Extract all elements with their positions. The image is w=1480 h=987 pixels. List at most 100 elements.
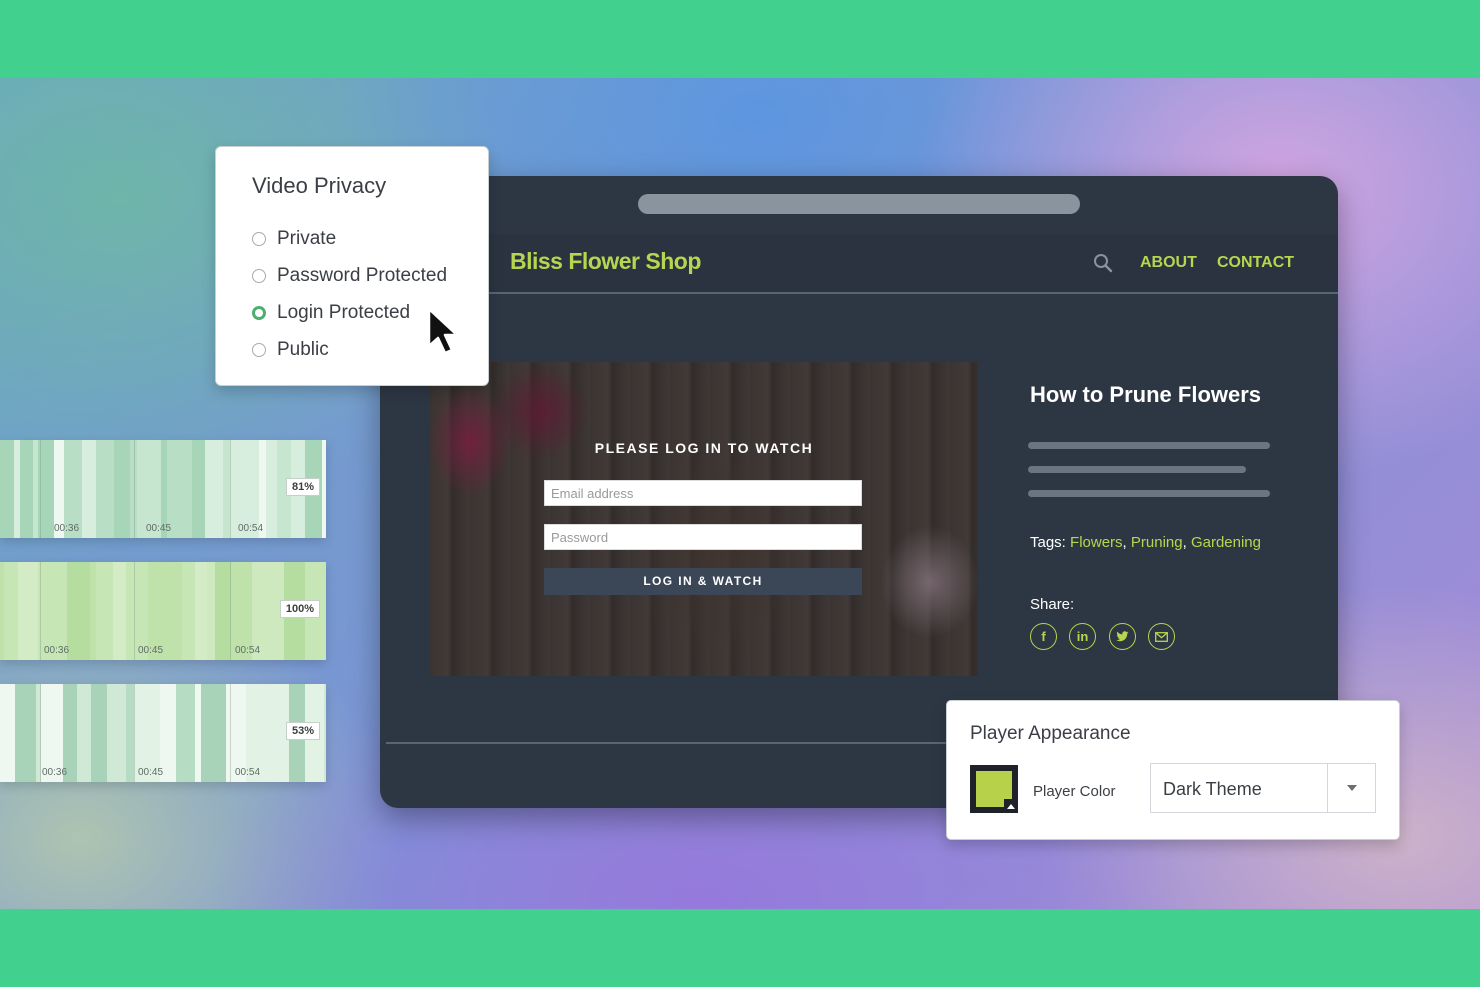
heatmap-segment bbox=[223, 440, 230, 538]
nav-link-about[interactable]: ABOUT bbox=[1140, 254, 1197, 272]
heatmap-segment bbox=[114, 440, 130, 538]
heatmap-tick: 00:45 bbox=[146, 523, 172, 534]
share-label: Share: bbox=[1030, 596, 1075, 613]
mouse-pointer-icon bbox=[427, 307, 459, 355]
heatmap-segment bbox=[162, 562, 182, 660]
tag-link[interactable]: Flowers bbox=[1070, 534, 1123, 551]
heatmap-segment bbox=[201, 684, 226, 782]
heatmap-segment bbox=[182, 562, 195, 660]
heatmap-segment bbox=[18, 562, 38, 660]
login-watch-button[interactable]: LOG IN & WATCH bbox=[544, 568, 862, 595]
site-header: Bliss Flower Shop ABOUT CONTACT bbox=[380, 234, 1338, 294]
player-color-swatch[interactable] bbox=[970, 765, 1018, 813]
player-color-label: Player Color bbox=[1033, 783, 1116, 800]
heatmap-segment bbox=[96, 562, 113, 660]
text-placeholder-line bbox=[1028, 490, 1270, 497]
heatmap-segment bbox=[4, 562, 18, 660]
heatmap-tick: 00:54 bbox=[235, 645, 261, 656]
radio-button-selected[interactable] bbox=[252, 306, 266, 320]
heatmap-gridline bbox=[230, 562, 231, 660]
facebook-icon[interactable]: f bbox=[1030, 623, 1057, 650]
video-player[interactable]: PLEASE LOG IN TO WATCH Email address Pas… bbox=[430, 362, 978, 676]
heatmap-gridline bbox=[134, 684, 135, 782]
heatmap-percent: 81% bbox=[285, 478, 320, 496]
heatmap-segment bbox=[67, 562, 90, 660]
nav-link-contact[interactable]: CONTACT bbox=[1217, 254, 1294, 272]
heatmap-gridline bbox=[40, 684, 41, 782]
address-bar bbox=[638, 194, 1080, 214]
heatmap-segment bbox=[215, 562, 231, 660]
option-label: Login Protected bbox=[277, 302, 411, 323]
heatmap-segment bbox=[14, 440, 20, 538]
engagement-heatmap: 00:36 00:45 00:54 53% bbox=[0, 684, 326, 782]
heatmap-segment bbox=[126, 684, 134, 782]
option-label: Password Protected bbox=[277, 265, 448, 286]
heatmap-segment bbox=[0, 684, 15, 782]
tags-label: Tags: bbox=[1030, 534, 1066, 551]
engagement-heatmap: 00:36 00:45 00:54 100% bbox=[0, 562, 326, 660]
privacy-option-password-protected[interactable]: Password Protected bbox=[252, 264, 447, 288]
heatmap-segment bbox=[176, 684, 195, 782]
search-icon[interactable] bbox=[1092, 252, 1114, 274]
heatmap-tick: 00:36 bbox=[42, 767, 68, 778]
panel-title: Player Appearance bbox=[970, 723, 1131, 744]
heatmap-tick: 00:54 bbox=[238, 523, 264, 534]
heatmap-segment bbox=[15, 684, 36, 782]
heatmap-segment bbox=[324, 684, 326, 782]
heatmap-segment bbox=[322, 440, 326, 538]
heatmap-segment bbox=[33, 440, 38, 538]
top-band bbox=[0, 0, 1480, 78]
heatmap-segment bbox=[192, 440, 205, 538]
heatmap-segment bbox=[195, 562, 199, 660]
radio-button[interactable] bbox=[252, 343, 266, 357]
theme-select-value: Dark Theme bbox=[1163, 779, 1262, 799]
heatmap-percent: 53% bbox=[285, 722, 320, 740]
privacy-option-public[interactable]: Public bbox=[252, 338, 329, 362]
heatmap-segment bbox=[107, 684, 126, 782]
panel-title: Video Privacy bbox=[252, 173, 387, 198]
option-label: Public bbox=[277, 339, 329, 360]
heatmap-gridline bbox=[230, 684, 231, 782]
heatmap-gridline bbox=[230, 440, 231, 538]
email-field[interactable]: Email address bbox=[544, 480, 862, 506]
select-divider bbox=[1327, 764, 1328, 812]
swatch-picker-icon bbox=[1004, 799, 1018, 813]
heatmap-gridline bbox=[40, 562, 41, 660]
heatmap-segment bbox=[113, 562, 126, 660]
heatmap-segment bbox=[20, 440, 33, 538]
tag-link[interactable]: Pruning bbox=[1131, 534, 1183, 551]
heatmap-segment bbox=[77, 684, 91, 782]
heatmap-tick: 00:36 bbox=[44, 645, 70, 656]
heatmap-segment bbox=[96, 440, 114, 538]
linkedin-icon[interactable]: in bbox=[1069, 623, 1096, 650]
privacy-option-private[interactable]: Private bbox=[252, 227, 336, 251]
option-label: Private bbox=[277, 228, 337, 249]
video-title: How to Prune Flowers bbox=[1030, 382, 1262, 407]
chevron-down-icon[interactable] bbox=[1347, 785, 1357, 791]
radio-button[interactable] bbox=[252, 232, 266, 246]
password-field[interactable]: Password bbox=[544, 524, 862, 550]
heatmap-segment bbox=[91, 684, 107, 782]
bottom-band bbox=[0, 909, 1480, 987]
heatmap-segment bbox=[0, 440, 14, 538]
text-placeholder-line bbox=[1028, 442, 1270, 449]
email-icon[interactable] bbox=[1148, 623, 1175, 650]
heatmap-gridline bbox=[134, 562, 135, 660]
heatmap-segment bbox=[266, 440, 277, 538]
tags-row: Tags: Flowers, Pruning, Gardening bbox=[1030, 534, 1261, 551]
heatmap-tick: 00:36 bbox=[54, 523, 80, 534]
privacy-option-login-protected[interactable]: Login Protected bbox=[252, 301, 410, 325]
heatmap-segment bbox=[207, 562, 215, 660]
theme-select[interactable]: Dark Theme bbox=[1150, 763, 1376, 813]
heatmap-tick: 00:54 bbox=[235, 767, 261, 778]
player-appearance-panel: Player Appearance Player Color Dark Them… bbox=[946, 700, 1400, 840]
text-placeholder-line bbox=[1028, 466, 1246, 473]
heatmap-gridline bbox=[40, 440, 41, 538]
radio-button[interactable] bbox=[252, 269, 266, 283]
heatmap-segment bbox=[0, 562, 4, 660]
login-prompt: PLEASE LOG IN TO WATCH bbox=[594, 440, 814, 456]
heatmap-tick: 00:45 bbox=[138, 767, 164, 778]
twitter-icon[interactable] bbox=[1109, 623, 1136, 650]
tag-link[interactable]: Gardening bbox=[1191, 534, 1261, 551]
site-logo[interactable]: Bliss Flower Shop bbox=[510, 248, 701, 275]
